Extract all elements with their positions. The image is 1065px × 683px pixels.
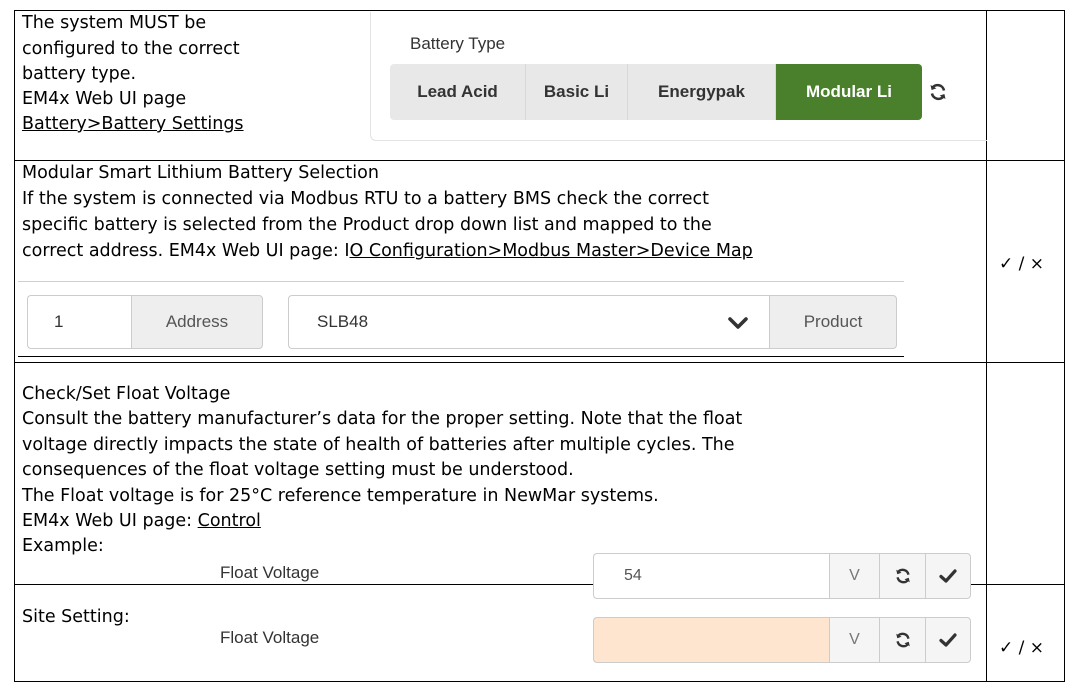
address-label: Address: [131, 295, 263, 349]
row-divider: [14, 160, 1065, 161]
row2-text-line: specific battery is selected from the Pr…: [22, 215, 712, 235]
check-icon[interactable]: [925, 617, 971, 663]
battery-type-label: Battery Type: [410, 34, 506, 53]
float-voltage-label: Float Voltage: [220, 563, 320, 582]
row2-text-line: correct address. EM4x Web UI page: IO Co…: [22, 240, 753, 262]
battery-type-energypak[interactable]: Energypak: [628, 64, 776, 120]
row1-text-line: EM4x Web UI page: [22, 89, 187, 109]
row1-text-line: configured to the correct: [22, 39, 240, 59]
device-map-link[interactable]: O Configuration>Modbus Master>Device Map: [350, 241, 753, 261]
row3-text-line: Consult the battery manufacturer’s data …: [22, 409, 743, 429]
row1-text-line: The system MUST be: [22, 13, 207, 33]
row-divider: [14, 362, 1065, 363]
row3-text-line: voltage directly impacts the state of he…: [22, 435, 735, 455]
row3-text-line: The Float voltage is for 25°C reference …: [22, 486, 659, 506]
row2-text-line: If the system is connected via Modbus RT…: [22, 189, 709, 209]
modular-battery-title: Modular Smart Lithium Battery Selection: [22, 163, 379, 183]
row3-page-prefix: EM4x Web UI page:: [22, 511, 198, 531]
row2-text-prefix: correct address. EM4x Web UI page: I: [22, 241, 350, 261]
table-border-top: [14, 10, 1065, 11]
refresh-icon[interactable]: [879, 617, 925, 663]
site-setting-label: Site Setting:: [22, 607, 130, 627]
float-voltage-heading: Check/Set Float Voltage: [22, 384, 231, 404]
table-border-left: [14, 10, 15, 682]
battery-type-lead-acid[interactable]: Lead Acid: [390, 64, 526, 120]
row3-text-line: consequences of the float voltage settin…: [22, 460, 574, 480]
battery-type-modular-li[interactable]: Modular Li: [776, 64, 922, 120]
row1-text-line: battery type.: [22, 64, 137, 84]
example-label: Example:: [22, 536, 104, 556]
row3-text-line: EM4x Web UI page: Control: [22, 510, 261, 532]
ui-bottom-line: [18, 356, 904, 357]
float-voltage-label: Float Voltage: [220, 628, 320, 647]
refresh-icon[interactable]: [922, 76, 954, 108]
ui-separator: [18, 281, 904, 282]
control-link[interactable]: Control: [198, 511, 261, 531]
table-border-bottom: [14, 681, 1065, 682]
product-dropdown[interactable]: SLB48: [288, 295, 769, 349]
site-float-voltage-input[interactable]: [593, 617, 829, 663]
battery-type-selector: Lead Acid Basic Li Energypak Modular Li: [390, 64, 922, 120]
float-voltage-input[interactable]: 54: [593, 553, 829, 599]
voltage-unit: V: [829, 553, 879, 599]
address-input[interactable]: 1: [27, 295, 131, 349]
check-mark-row4: ✓ / ×: [999, 638, 1045, 658]
refresh-icon[interactable]: [879, 553, 925, 599]
check-mark-row2: ✓ / ×: [999, 254, 1045, 274]
battery-type-basic-li[interactable]: Basic Li: [526, 64, 628, 120]
chevron-down-icon[interactable]: [727, 313, 749, 333]
battery-settings-link[interactable]: Battery>Battery Settings: [22, 113, 244, 135]
check-icon[interactable]: [925, 553, 971, 599]
voltage-unit: V: [829, 617, 879, 663]
product-label: Product: [769, 295, 897, 349]
